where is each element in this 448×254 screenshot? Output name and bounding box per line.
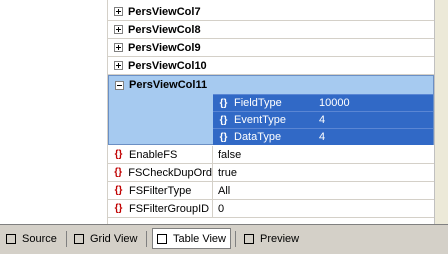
tab-label: Source — [22, 233, 57, 245]
expand-icon[interactable] — [114, 61, 123, 70]
property-row-fscheckdupord[interactable]: {} FSCheckDupOrd true — [108, 164, 434, 182]
expand-icon[interactable] — [114, 7, 123, 16]
property-name: FSFilterType — [129, 184, 192, 197]
property-row-fsfiltertype[interactable]: {} FSFilterType All — [108, 182, 434, 200]
grid-viewport: PersViewCol7 PersViewCol8 PersViewCol9 P… — [0, 0, 448, 224]
attribute-icon: {} — [114, 167, 123, 178]
attribute-icon: {} — [114, 203, 123, 214]
field-name: EventType — [234, 114, 286, 126]
field-name: FieldType — [234, 97, 282, 109]
field-value[interactable]: 10000 — [313, 97, 350, 109]
property-row-fsfiltergroupid[interactable]: {} FSFilterGroupID 0 — [108, 200, 434, 218]
property-value[interactable]: All — [213, 185, 230, 197]
property-name: EnableFS — [129, 148, 178, 161]
group-row-persviewcol8[interactable]: PersViewCol8 — [108, 21, 434, 39]
property-value[interactable]: false — [213, 149, 241, 161]
tab-separator — [235, 231, 236, 247]
expanded-group-persviewcol11[interactable]: PersViewCol11 {} FieldType 10000 {} EventT… — [108, 75, 434, 145]
property-name: FSCheckDupOrd — [128, 166, 212, 179]
property-row-enablefs[interactable]: {} EnableFS false — [108, 146, 434, 164]
tab-label: Preview — [260, 233, 300, 245]
table-view-icon — [157, 233, 167, 244]
tab-preview[interactable]: Preview — [244, 229, 299, 249]
attribute-icon: {} — [114, 149, 123, 160]
xml-grid: PersViewCol7 PersViewCol8 PersViewCol9 P… — [0, 0, 434, 224]
field-row-fieldtype[interactable]: {} FieldType 10000 — [213, 94, 433, 111]
tab-source[interactable]: Source — [6, 229, 57, 249]
property-value[interactable]: 0 — [213, 203, 224, 215]
property-value[interactable]: true — [213, 167, 237, 179]
attribute-icon: {} — [114, 185, 123, 196]
group-label: PersViewCol10 — [128, 59, 207, 72]
group-label: PersViewCol11 — [129, 79, 208, 91]
group-row-persviewcol10[interactable]: PersViewCol10 — [108, 57, 434, 75]
grid-gutter — [0, 0, 108, 224]
group-row-persviewcol7[interactable]: PersViewCol7 — [108, 3, 434, 21]
attribute-icon: {} — [219, 131, 228, 143]
tab-separator — [66, 231, 67, 247]
field-row-datatype[interactable]: {} DataType 4 — [213, 128, 433, 145]
group-label: PersViewCol9 — [128, 41, 201, 54]
field-name: DataType — [234, 131, 282, 143]
tab-label: Grid View — [90, 233, 138, 245]
attribute-icon: {} — [219, 114, 228, 126]
group-label: PersViewCol7 — [128, 5, 201, 18]
vertical-scrollbar[interactable] — [434, 0, 448, 224]
group-label: PersViewCol8 — [128, 23, 201, 36]
expand-icon[interactable] — [114, 25, 123, 34]
field-row-eventtype[interactable]: {} EventType 4 — [213, 111, 433, 128]
property-name: FSFilterGroupID — [129, 202, 210, 215]
field-value[interactable]: 4 — [313, 131, 325, 143]
grid-view-icon — [74, 234, 84, 244]
collapse-icon[interactable] — [115, 80, 124, 90]
view-tab-bar: Source Grid View Table View Preview — [0, 224, 448, 254]
tab-label: Table View — [173, 232, 226, 245]
tab-table-view[interactable]: Table View — [152, 228, 231, 249]
expand-icon[interactable] — [114, 43, 123, 52]
tab-grid-view[interactable]: Grid View — [74, 229, 137, 249]
group-row-persviewcol9[interactable]: PersViewCol9 — [108, 39, 434, 57]
field-value[interactable]: 4 — [313, 114, 325, 126]
preview-icon — [244, 234, 254, 244]
source-icon — [6, 234, 16, 244]
attribute-icon: {} — [219, 97, 228, 109]
tab-separator — [146, 231, 147, 247]
